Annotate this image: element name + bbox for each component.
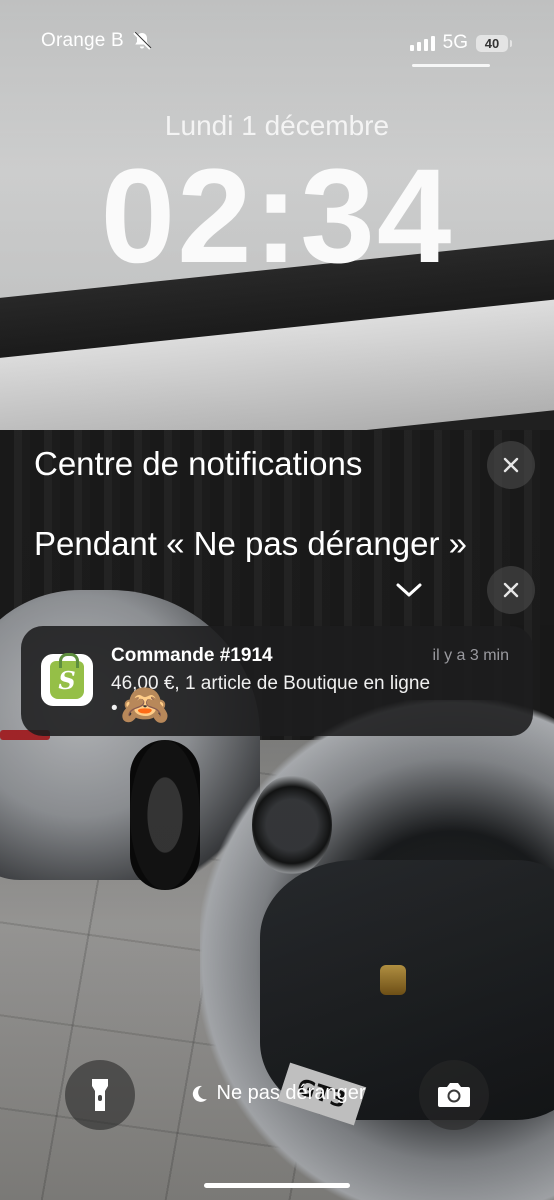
camera-icon xyxy=(438,1083,470,1107)
shopify-icon: S xyxy=(41,653,93,706)
notification-body: 46,00 €, 1 article de Boutique en ligne … xyxy=(111,671,511,721)
home-indicator[interactable] xyxy=(204,1183,350,1188)
battery-level: 40 xyxy=(484,35,500,51)
notification-body-line1: 46,00 €, 1 article de Boutique en ligne xyxy=(111,673,431,694)
control-center-indicator[interactable] xyxy=(412,64,490,67)
notification-time: il y a 3 min xyxy=(432,647,509,664)
signal-icon xyxy=(409,35,435,51)
status-bar: Orange B 5G 40 xyxy=(0,30,554,58)
close-icon xyxy=(503,457,519,473)
camera-button[interactable] xyxy=(419,1060,489,1130)
carrier-name: Orange B xyxy=(41,30,124,51)
see-no-evil-monkey-emoji: 🙈 xyxy=(120,683,170,727)
close-notification-center-button[interactable] xyxy=(487,441,535,489)
lock-date: Lundi 1 décembre xyxy=(164,110,390,141)
carrier: Orange B xyxy=(41,30,152,52)
dnd-section-title: Pendant « Ne pas déranger » xyxy=(34,525,467,562)
close-icon xyxy=(503,582,519,598)
lock-time: 02:34 xyxy=(100,142,454,291)
status-indicators: 5G 40 xyxy=(409,32,512,54)
bell-slash-icon xyxy=(132,31,152,51)
notification-center-title: Centre de notifications xyxy=(34,445,363,482)
battery-icon: 40 xyxy=(476,34,512,52)
moon-icon xyxy=(192,1085,207,1102)
notification-body-line2: • xyxy=(111,698,118,719)
network-label: 5G xyxy=(442,32,468,53)
notification-card[interactable]: S Commande #1914 il y a 3 min 46,00 €, 1… xyxy=(21,626,533,736)
clear-dnd-section-button[interactable] xyxy=(487,566,535,614)
focus-mode-label: Ne pas déranger xyxy=(216,1082,366,1104)
chevron-down-icon[interactable] xyxy=(394,580,424,600)
notification-title: Commande #1914 xyxy=(111,645,273,666)
